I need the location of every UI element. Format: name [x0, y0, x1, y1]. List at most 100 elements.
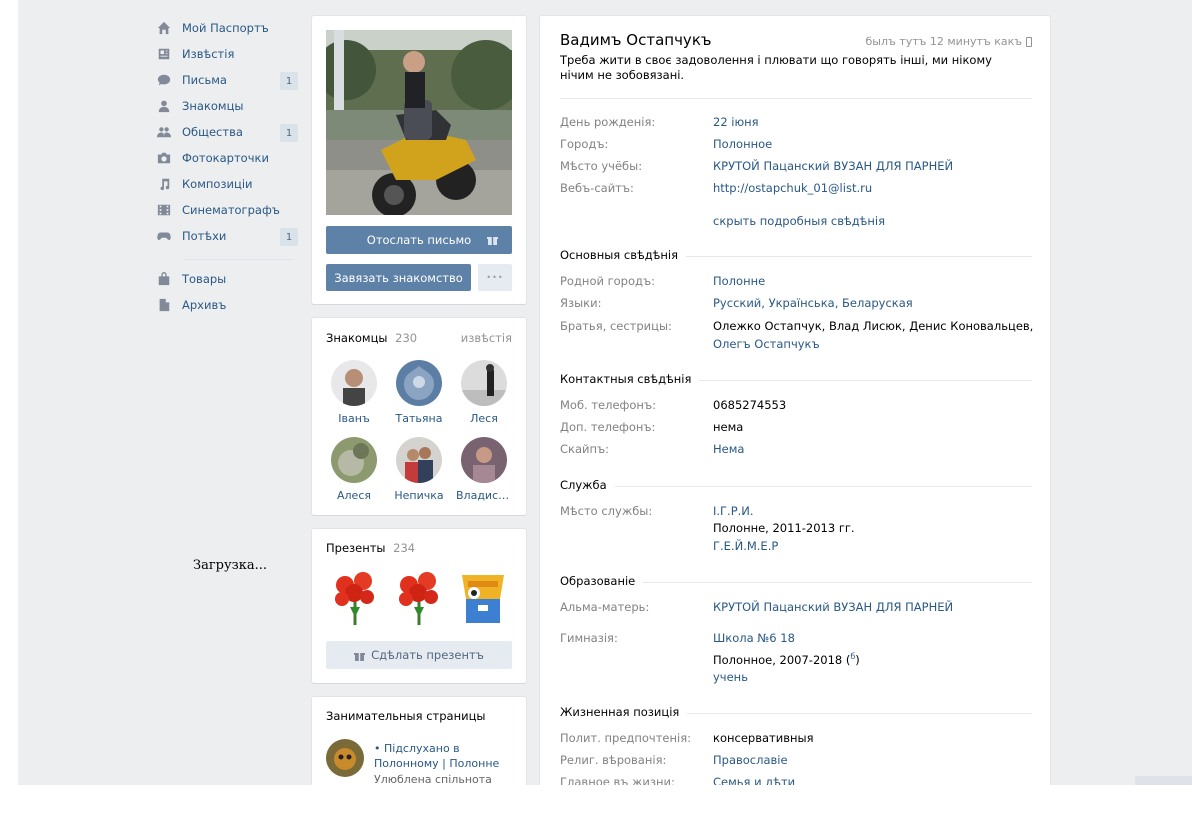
politics-label: Полит. предпочтенія: [560, 731, 691, 745]
profile-photo[interactable] [326, 30, 512, 215]
menu-counter: 1 [280, 72, 298, 90]
friend-name: Татьяна [395, 412, 443, 425]
video-icon [156, 202, 172, 218]
skype-label: Скайпъ: [560, 442, 610, 456]
section-title-education: Образованіе [560, 574, 644, 588]
friend-item[interactable]: Владислав... [456, 437, 512, 502]
university-value[interactable]: КРУТОЙ Пацанский ВУЗАН ДЛЯ ПАРНЕЙ [713, 600, 953, 614]
add-friend-label: Завязать знакомство [334, 270, 463, 285]
groups-icon [156, 124, 172, 140]
menu-item-videos[interactable]: Синематографъ [156, 199, 298, 221]
menu-item-photos[interactable]: Фотокарточки [156, 147, 298, 169]
friend-item[interactable]: Татьяна [391, 360, 447, 425]
friend-avatar [396, 360, 442, 406]
menu-label: Синематографъ [182, 203, 280, 217]
school-value[interactable]: Школа №6 18 [713, 631, 795, 645]
menu-item-friends[interactable]: Знакомцы [156, 95, 298, 117]
friend-avatar [461, 360, 507, 406]
menu-label: Мой Паспортъ [182, 21, 269, 35]
menu-item-groups[interactable]: Общества 1 [156, 121, 298, 143]
page-avatar[interactable] [326, 739, 364, 777]
menu-item-market[interactable]: Товары [156, 268, 298, 290]
life-main-label: Главное въ жизни: [560, 775, 675, 785]
friend-item[interactable]: Алеся [326, 437, 382, 502]
hometown-value[interactable]: Полонне [713, 274, 765, 288]
languages-value[interactable]: Русский, Українська, Беларуская [713, 296, 913, 310]
more-actions-button[interactable]: ••• [478, 264, 512, 291]
city-label: Городъ: [560, 137, 609, 151]
friend-item[interactable]: Непичка [391, 437, 447, 502]
menu-label: Композиціи [182, 177, 253, 191]
mobile-phone-value: 0685274553 [713, 398, 787, 412]
siblings-value-link[interactable]: Олегъ Остапчукъ [713, 337, 820, 351]
friends-card: Знакомцы 230 извѣстія Іванъ Татьяна Леся… [312, 318, 526, 515]
menu-label: Знакомцы [182, 99, 244, 113]
languages-label: Языки: [560, 296, 602, 310]
menu-item-news[interactable]: Извѣстія [156, 43, 298, 65]
friends-header[interactable]: Знакомцы 230 [326, 331, 417, 345]
gift-icon [354, 650, 366, 661]
menu-counter: 1 [280, 228, 298, 246]
friend-item[interactable]: Леся [456, 360, 512, 425]
menu-label: Архивъ [182, 298, 227, 312]
gifts-card: Презенты 234 Сдѣлать презентъ [312, 529, 526, 683]
add-friend-button[interactable]: Завязать знакомство [326, 264, 471, 291]
pages-title[interactable]: Занимательныя страницы [326, 709, 485, 723]
profile-photo-card: Отослать письмо Завязать знакомство ••• [312, 16, 526, 304]
extra-phone-label: Доп. телефонъ: [560, 420, 656, 434]
home-icon [156, 20, 172, 36]
send-gift-button[interactable]: Сдѣлать презентъ [326, 641, 512, 669]
job-place[interactable]: І.Г.Р.И. [713, 504, 754, 518]
menu-divider [183, 259, 293, 260]
study-label: Мѣсто учёбы: [560, 159, 643, 173]
skype-value[interactable]: Нема [713, 442, 744, 456]
profile-status[interactable]: Треба жити в своє задоволення і плювати … [560, 53, 1020, 83]
menu-label: Товары [182, 272, 227, 286]
job-label: Мѣсто службы: [560, 504, 653, 518]
friend-name: Іванъ [338, 412, 370, 425]
gift-item[interactable] [394, 567, 444, 627]
school-speciality[interactable]: учень [713, 670, 748, 684]
menu-item-archive[interactable]: Архивъ [156, 294, 298, 316]
menu-item-messages[interactable]: Письма 1 [156, 69, 298, 91]
friends-updates-link[interactable]: извѣстія [461, 331, 512, 345]
section-title-career: Служба [560, 478, 615, 492]
menu-counter: 1 [280, 124, 298, 142]
birthday-value[interactable]: 22 іюня [713, 115, 759, 129]
menu-item-games[interactable]: Потѣхи 1 [156, 225, 298, 247]
mobile-phone-label: Моб. телефонъ: [560, 398, 656, 412]
send-gift-label: Сдѣлать презентъ [371, 648, 484, 662]
friend-avatar [331, 437, 377, 483]
hide-details-link[interactable]: скрыть подробныя свѣдѣнія [713, 214, 885, 228]
life-main-value[interactable]: Семья и дѣти [713, 775, 795, 785]
more-dots-icon: ••• [486, 273, 504, 282]
section-title-life: Жизненная позиція [560, 705, 688, 719]
menu-item-music[interactable]: Композиціи [156, 173, 298, 195]
messages-icon [156, 72, 172, 88]
page-title-link[interactable]: • Підслухано в Полонному | Полонне [374, 741, 504, 771]
send-message-button[interactable]: Отослать письмо [326, 226, 512, 254]
friend-item[interactable]: Іванъ [326, 360, 382, 425]
gifts-header[interactable]: Презенты 234 [326, 541, 415, 555]
school-period-text: Полонное, 2007-2018 ( [713, 652, 851, 667]
school-label: Гимназія: [560, 631, 618, 645]
scroll-to-top-button[interactable] [1135, 776, 1192, 785]
website-value[interactable]: http://ostapchuk_01@list.ru [713, 181, 872, 195]
loading-text: Загрузка... [193, 558, 267, 573]
hometown-label: Родной городъ: [560, 274, 655, 288]
job-position[interactable]: Г.Е.Й.М.Е.Р [713, 539, 778, 553]
religion-value[interactable]: Православіе [713, 753, 788, 767]
gift-item[interactable] [456, 567, 510, 627]
news-icon [156, 46, 172, 62]
siblings-label: Братья, сестрицы: [560, 319, 672, 333]
section-divider [560, 486, 1032, 487]
city-value[interactable]: Полонное [713, 137, 772, 151]
study-value[interactable]: КРУТОЙ Пацанский ВУЗАН ДЛЯ ПАРНЕЙ [713, 159, 953, 173]
friend-avatar [396, 437, 442, 483]
online-status: былъ тутъ 12 минутъ какъ [866, 35, 1032, 48]
profile-name: Вадимъ Остапчукъ [560, 31, 712, 49]
extra-phone-value: нема [713, 420, 744, 434]
friend-name: Леся [470, 412, 498, 425]
gift-item[interactable] [330, 567, 380, 627]
menu-item-my-page[interactable]: Мой Паспортъ [156, 17, 298, 39]
